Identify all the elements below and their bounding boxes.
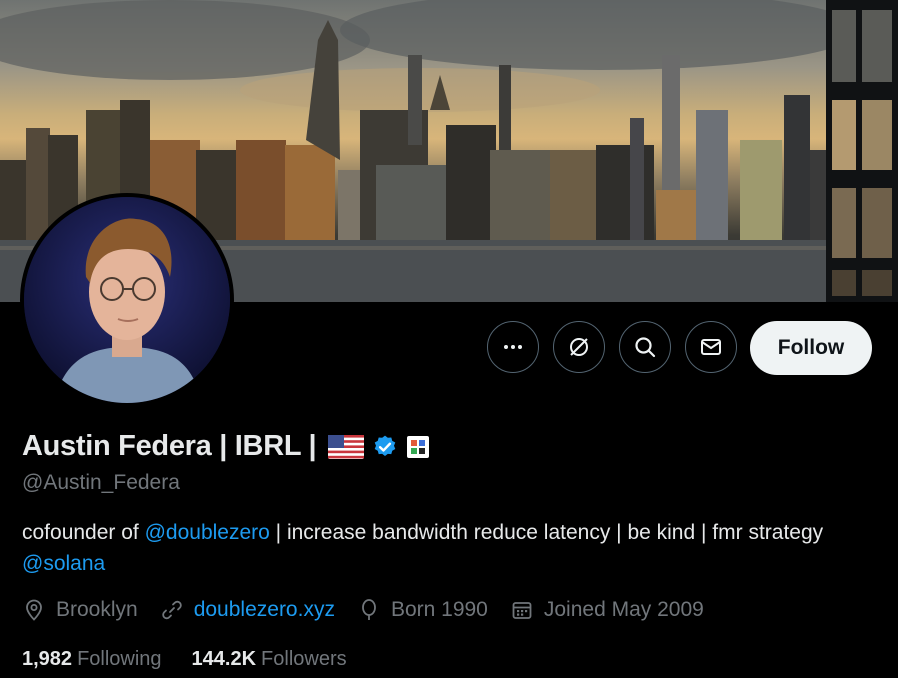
following-count: 1,982 — [22, 648, 73, 670]
website-item: doublezero.xyz — [160, 598, 335, 622]
location-text: Brooklyn — [56, 598, 138, 621]
following-label: Following — [77, 648, 162, 670]
followers-count: 144.2K — [191, 648, 257, 670]
user-handle: @Austin_Federa — [22, 471, 180, 494]
profile-bio: cofounder of @doublezero | increase band… — [22, 517, 882, 579]
followers-label: Followers — [261, 648, 347, 670]
envelope-icon — [701, 339, 721, 355]
profile-stats: 1,982 Following 144.2K Followers — [22, 648, 377, 671]
bio-mention-link[interactable]: @solana — [22, 552, 105, 575]
following-stat-link[interactable]: 1,982 Following — [22, 648, 162, 671]
verified-badge-icon[interactable] — [372, 434, 398, 460]
search-icon — [635, 337, 656, 358]
avatar-photo — [24, 197, 230, 403]
bio-text: cofounder of — [22, 521, 145, 544]
grok-icon — [570, 338, 588, 356]
message-button[interactable] — [685, 321, 737, 373]
balloon-icon — [362, 599, 376, 620]
us-flag-icon — [328, 434, 365, 459]
calendar-icon — [512, 602, 532, 619]
follow-button[interactable]: Follow — [750, 321, 872, 375]
link-icon — [161, 600, 182, 620]
birthday-text: Born 1990 — [390, 598, 488, 621]
bio-text: | increase bandwidth reduce latency | be… — [269, 521, 824, 544]
location-item: Brooklyn — [22, 598, 138, 622]
more-icon — [504, 345, 522, 349]
profile-meta: Brooklyn doublezero.xyz Born 1990 Joined… — [22, 598, 726, 622]
birthday-item: Born 1990 — [357, 598, 488, 622]
website-link[interactable]: doublezero.xyz — [194, 598, 335, 622]
followers-stat-link[interactable]: 144.2K Followers — [192, 648, 347, 671]
display-name: Austin Federa | IBRL | — [22, 430, 317, 462]
location-pin-icon — [26, 599, 42, 621]
name-row: Austin Federa | IBRL | — [22, 430, 430, 463]
bio-mention-link[interactable]: @doublezero — [145, 521, 270, 544]
affiliate-badge-icon[interactable] — [406, 435, 430, 459]
avatar[interactable] — [24, 197, 230, 403]
grok-button[interactable] — [553, 321, 605, 373]
joined-text: Joined May 2009 — [543, 598, 704, 621]
joined-item: Joined May 2009 — [510, 598, 704, 622]
more-options-button[interactable] — [487, 321, 539, 373]
search-button[interactable] — [619, 321, 671, 373]
